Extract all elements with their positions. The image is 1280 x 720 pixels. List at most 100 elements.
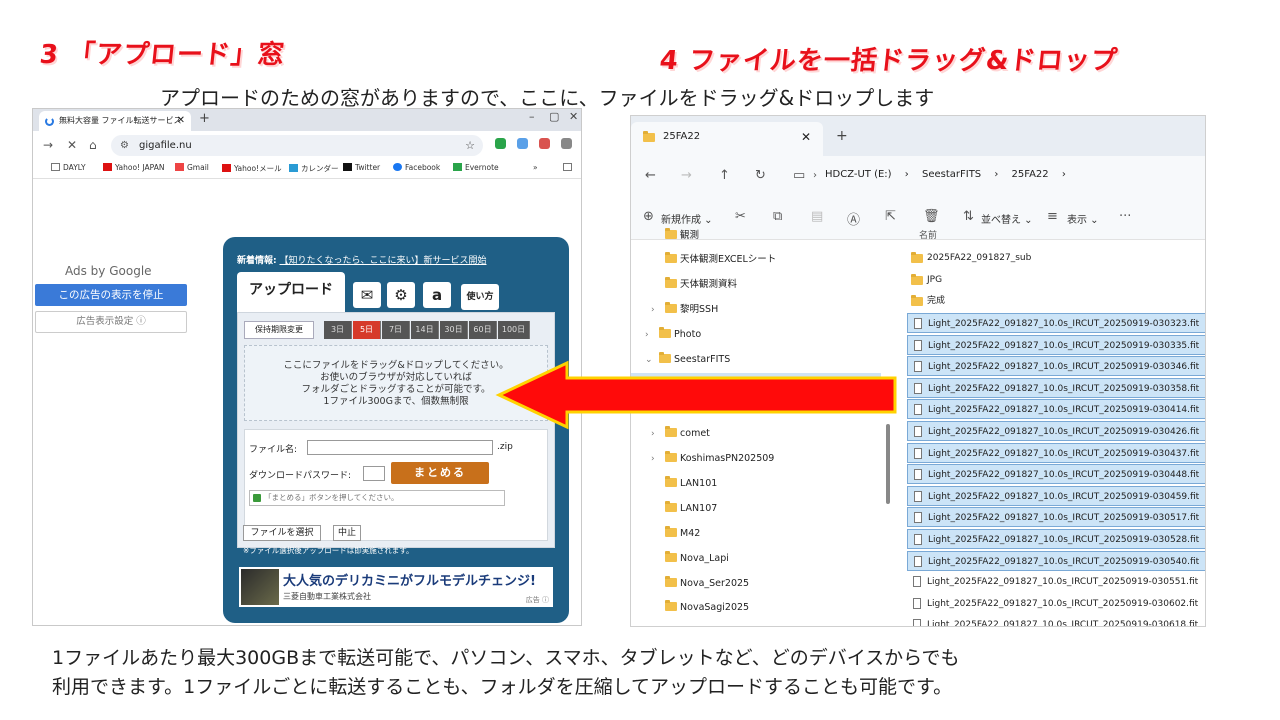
delete-icon[interactable]: 🗑	[923, 209, 940, 224]
retention-day-option[interactable]: 14日	[411, 321, 439, 339]
nav-item[interactable]: Nova_Lapi	[651, 549, 729, 569]
file-item-selected[interactable]: Light_2025FA22_091827_10.0s_IRCUT_202509…	[907, 464, 1205, 485]
gear-icon[interactable]: ⚙	[387, 282, 415, 308]
file-item[interactable]: Light_2025FA22_091827_10.0s_IRCUT_202509…	[907, 594, 1205, 614]
cancel-button[interactable]: 中止	[333, 525, 361, 541]
cut-icon[interactable]: ✂	[735, 209, 746, 224]
nav-item[interactable]: › 黎明SSH	[651, 300, 718, 320]
bookmark-evernote[interactable]: Evernote	[453, 163, 499, 172]
bookmark-twitter[interactable]: Twitter	[343, 163, 380, 172]
home-icon[interactable]: ⌂	[89, 138, 97, 152]
column-header-name[interactable]: 名前	[919, 228, 937, 241]
extension-icon[interactable]	[539, 138, 550, 149]
extensions-puzzle-icon[interactable]	[561, 138, 572, 149]
forward-icon[interactable]: →	[43, 138, 53, 152]
address-bar[interactable]: ⚙ gigafile.nu ☆	[111, 135, 483, 156]
ad-settings-button[interactable]: 広告表示設定 ⓘ	[35, 311, 187, 333]
new-button[interactable]: 新規作成 ⌄	[661, 211, 713, 226]
more-bookmarks-icon[interactable]: »	[533, 163, 538, 172]
bookmark-facebook[interactable]: Facebook	[393, 163, 440, 172]
download-password-input[interactable]	[363, 466, 385, 481]
file-item-selected[interactable]: Light_2025FA22_091827_10.0s_IRCUT_202509…	[907, 485, 1205, 506]
nav-item[interactable]: 天体観測資料	[651, 275, 737, 295]
nav-item[interactable]: LAN107	[651, 499, 717, 519]
news-link[interactable]: 【知りたくなったら、ここに来い】新サービス開始	[279, 256, 486, 266]
paste-icon[interactable]: ▤	[811, 209, 823, 224]
file-item-selected[interactable]: Light_2025FA22_091827_10.0s_IRCUT_202509…	[907, 334, 1205, 355]
refresh-icon[interactable]: ↻	[755, 168, 766, 183]
file-item-selected[interactable]: Light_2025FA22_091827_10.0s_IRCUT_202509…	[907, 313, 1205, 333]
nav-item[interactable]: 観測	[651, 226, 699, 246]
cloud-extension-icon[interactable]	[517, 138, 528, 149]
nav-item[interactable]: NovaSagi2025	[651, 598, 749, 618]
bookmark-gmail[interactable]: Gmail	[175, 163, 209, 172]
tab-upload[interactable]: アップロード	[237, 272, 345, 312]
more-options-icon[interactable]: ···	[1119, 209, 1131, 224]
maximize-icon[interactable]: ▢	[549, 110, 559, 123]
file-item[interactable]: Light_2025FA22_091827_10.0s_IRCUT_202509…	[907, 572, 1205, 592]
matome-button[interactable]: まとめる	[391, 462, 489, 484]
new-icon[interactable]: ⊕	[643, 209, 654, 224]
back-icon[interactable]: ←	[645, 168, 656, 183]
amazon-icon[interactable]: a	[423, 282, 451, 308]
file-item-selected[interactable]: Light_2025FA22_091827_10.0s_IRCUT_202509…	[907, 507, 1205, 528]
nav-item[interactable]: M42	[651, 524, 700, 544]
file-item-selected[interactable]: Light_2025FA22_091827_10.0s_IRCUT_202509…	[907, 399, 1205, 420]
sort-icon[interactable]: ⇅	[963, 209, 974, 224]
browser-tab[interactable]: 無料大容量 ファイル転送サービス ✕	[39, 111, 191, 131]
nav-item[interactable]: LAN101	[651, 474, 717, 494]
file-item-selected[interactable]: Light_2025FA22_091827_10.0s_IRCUT_202509…	[907, 442, 1205, 463]
filename-input[interactable]	[307, 440, 493, 455]
retention-day-option[interactable]: 30日	[440, 321, 468, 339]
file-item[interactable]: Light_2025FA22_091827_10.0s_IRCUT_202509…	[907, 615, 1205, 626]
retention-day-option[interactable]: 7日	[382, 321, 410, 339]
stop-icon[interactable]: ✕	[67, 138, 77, 152]
explorer-tab[interactable]: 25FA22 ✕	[631, 122, 823, 156]
new-tab-icon[interactable]: +	[199, 111, 210, 126]
new-tab-icon[interactable]: +	[836, 128, 848, 144]
up-icon[interactable]: ↑	[719, 168, 730, 183]
file-item-selected[interactable]: Light_2025FA22_091827_10.0s_IRCUT_202509…	[907, 529, 1205, 549]
mail-icon[interactable]: ✉	[353, 282, 381, 308]
stop-ad-button[interactable]: この広告の表示を停止	[35, 284, 187, 306]
bookmark-dayly[interactable]: DAYLY	[51, 163, 86, 172]
share-icon[interactable]: ⇱	[885, 209, 896, 224]
rename-icon[interactable]: Ⓐ	[847, 209, 860, 228]
scrollbar-thumb[interactable]	[886, 424, 890, 504]
folder-item[interactable]: 完成	[907, 291, 1205, 311]
folder-item[interactable]: 2025FA22_091827_sub	[907, 248, 1205, 268]
bookmark-star-icon[interactable]: ☆	[465, 135, 475, 156]
folder-item[interactable]: JPG	[907, 270, 1205, 290]
nav-item[interactable]: 天体観測EXCELシート	[651, 250, 776, 270]
breadcrumb-item[interactable]: 25FA22	[1012, 169, 1049, 180]
retention-day-option[interactable]: 100日	[498, 321, 530, 339]
nav-item[interactable]: › KoshimasPN202509	[651, 449, 774, 469]
all-bookmarks-folder-icon[interactable]	[563, 163, 575, 172]
file-item-selected[interactable]: Light_2025FA22_091827_10.0s_IRCUT_202509…	[907, 550, 1205, 571]
close-tab-icon[interactable]: ✕	[177, 111, 185, 131]
file-item-selected[interactable]: Light_2025FA22_091827_10.0s_IRCUT_202509…	[907, 421, 1205, 441]
file-item-selected[interactable]: Light_2025FA22_091827_10.0s_IRCUT_202509…	[907, 356, 1205, 377]
view-icon[interactable]: ≡	[1047, 209, 1058, 224]
how-to-button[interactable]: 使い方	[461, 284, 499, 310]
close-tab-icon[interactable]: ✕	[801, 122, 811, 152]
evernote-extension-icon[interactable]	[495, 138, 506, 149]
bookmark-yahoo-japan[interactable]: Yahoo! JAPAN	[103, 163, 164, 172]
site-settings-icon[interactable]: ⚙	[120, 135, 129, 156]
retention-day-option-selected[interactable]: 5日	[353, 321, 381, 339]
nav-item[interactable]: › Photo	[645, 325, 701, 345]
breadcrumb-item[interactable]: HDCZ-UT (E:)	[825, 169, 892, 180]
bookmark-calendar[interactable]: カレンダー	[289, 163, 339, 174]
retention-day-option[interactable]: 60日	[469, 321, 497, 339]
copy-icon[interactable]: ⧉	[773, 209, 782, 224]
forward-icon[interactable]: →	[681, 168, 692, 183]
breadcrumb[interactable]: HDCZ-UT (E:) › SeestarFITS › 25FA22 ›	[825, 169, 1076, 180]
select-file-button[interactable]: ファイルを選択	[243, 525, 321, 541]
retention-change-button[interactable]: 保持期限変更	[244, 321, 314, 339]
file-item-selected[interactable]: Light_2025FA22_091827_10.0s_IRCUT_202509…	[907, 377, 1205, 398]
close-window-icon[interactable]: ✕	[569, 110, 578, 123]
this-pc-icon[interactable]: ▭	[793, 168, 805, 183]
bookmark-yahoo-mail[interactable]: Yahoo!メール	[222, 163, 282, 174]
nav-item[interactable]: Nova_Ser2025	[651, 574, 749, 594]
ad-banner[interactable]: 大人気のデリカミニがフルモデルチェンジ! 三菱自動車工業株式会社 広告 ⓘ	[239, 567, 553, 607]
